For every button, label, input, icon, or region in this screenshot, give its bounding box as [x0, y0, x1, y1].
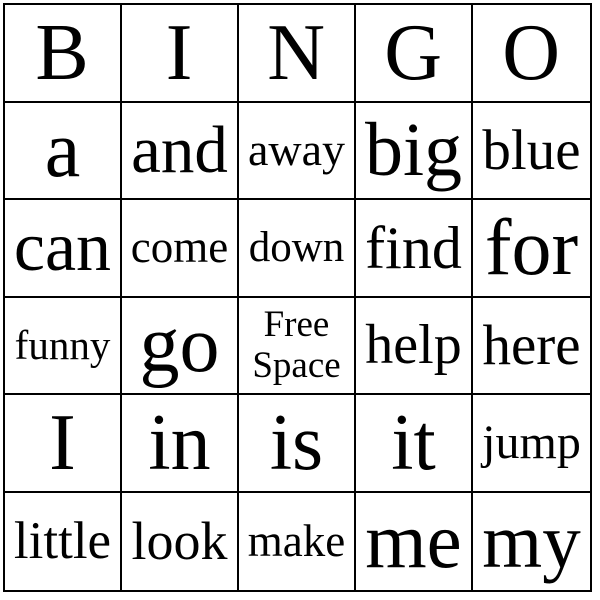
bingo-free-space-line1: Free	[263, 303, 330, 345]
bingo-header-cell-b: B	[5, 5, 122, 103]
bingo-word-cell[interactable]: I	[5, 395, 122, 493]
bingo-word-cell[interactable]: it	[356, 395, 473, 493]
bingo-word-cell[interactable]: down	[239, 200, 356, 298]
bingo-header-cell-i: I	[122, 5, 239, 103]
bingo-word-cell[interactable]: go	[122, 297, 239, 395]
bingo-word-cell[interactable]: big	[356, 102, 473, 200]
bingo-word-label: my	[482, 497, 581, 584]
bingo-word-cell[interactable]: little	[5, 492, 122, 590]
bingo-word-label: down	[248, 224, 345, 272]
bingo-word-cell[interactable]: jump	[473, 395, 590, 493]
bingo-word-label: blue	[482, 118, 581, 182]
bingo-word-label: can	[13, 208, 112, 286]
bingo-word-cell[interactable]: and	[122, 102, 239, 200]
bingo-word-cell[interactable]: here	[473, 297, 590, 395]
bingo-word-cell[interactable]: look	[122, 492, 239, 590]
bingo-word-cell[interactable]: can	[5, 200, 122, 298]
bingo-word-label: and	[131, 112, 228, 187]
bingo-word-cell[interactable]: for	[473, 200, 590, 298]
bingo-free-space-label: Free Space	[252, 304, 340, 387]
bingo-word-cell[interactable]: come	[122, 200, 239, 298]
bingo-header-letter: B	[35, 8, 90, 97]
bingo-word-cell[interactable]: blue	[473, 102, 590, 200]
bingo-word-label: big	[364, 108, 463, 193]
bingo-word-label: make	[247, 515, 346, 566]
bingo-word-cell[interactable]: away	[239, 102, 356, 200]
bingo-word-cell[interactable]: a	[5, 102, 122, 200]
bingo-header-cell-o: O	[473, 5, 590, 103]
bingo-word-label: a	[44, 106, 81, 195]
bingo-word-cell[interactable]: make	[239, 492, 356, 590]
bingo-word-cell[interactable]: help	[356, 297, 473, 395]
bingo-word-label: in	[148, 398, 211, 487]
bingo-word-label: little	[13, 511, 112, 570]
bingo-word-label: me	[365, 497, 462, 585]
bingo-header-cell-g: G	[356, 5, 473, 103]
bingo-header-letter: I	[165, 8, 194, 97]
bingo-word-label: it	[391, 398, 436, 487]
bingo-free-space-cell[interactable]: Free Space	[239, 297, 356, 395]
bingo-header-cell-n: N	[239, 5, 356, 103]
bingo-word-label: jump	[482, 415, 581, 469]
bingo-word-label: look	[131, 511, 228, 572]
bingo-word-label: go	[139, 301, 220, 390]
bingo-header-letter: O	[502, 8, 561, 97]
bingo-word-cell[interactable]: my	[473, 492, 590, 590]
bingo-word-cell[interactable]: is	[239, 395, 356, 493]
bingo-word-label: come	[130, 222, 229, 273]
bingo-word-label: here	[482, 313, 581, 377]
bingo-word-label: is	[269, 398, 324, 487]
bingo-word-label: I	[49, 398, 76, 487]
bingo-word-cell[interactable]: in	[122, 395, 239, 493]
bingo-word-label: find	[365, 214, 462, 281]
bingo-header-letter: G	[384, 8, 443, 97]
bingo-word-label: for	[484, 203, 579, 292]
bingo-word-cell[interactable]: find	[356, 200, 473, 298]
bingo-word-label: help	[365, 314, 462, 377]
bingo-free-space-line2: Space	[252, 345, 341, 387]
bingo-word-cell[interactable]: me	[356, 492, 473, 590]
bingo-card: B I N G O a and away big blue can come d…	[3, 3, 592, 592]
bingo-word-label: funny	[14, 321, 111, 368]
bingo-word-cell[interactable]: funny	[5, 297, 122, 395]
bingo-header-letter: N	[267, 8, 326, 97]
bingo-word-label: away	[247, 124, 346, 176]
